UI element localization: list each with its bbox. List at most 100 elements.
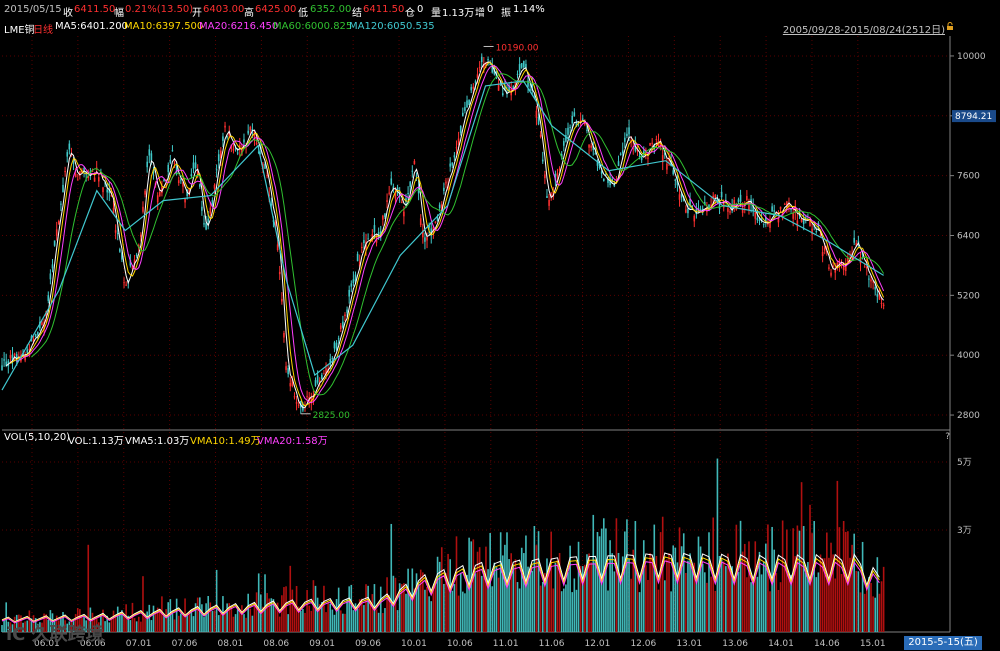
candle-body	[771, 206, 773, 212]
candle-body	[464, 107, 466, 111]
candle-body	[809, 220, 811, 227]
volume-bar	[613, 571, 616, 632]
candle-body	[192, 162, 195, 169]
volume-bar	[108, 622, 111, 632]
candle-body	[535, 110, 538, 118]
volume-bar	[140, 621, 142, 632]
volume-bar	[129, 620, 132, 632]
volume-bar	[3, 620, 5, 632]
time-tick-label: 13.06	[722, 639, 748, 649]
volume-bar	[874, 597, 877, 632]
volume-bar	[876, 557, 879, 632]
help-icon[interactable]: ?	[945, 432, 950, 442]
candle-body	[49, 273, 52, 280]
volume-bar	[165, 609, 167, 632]
candle-body	[470, 87, 473, 91]
volume-bar	[133, 618, 136, 632]
volume-bar	[135, 621, 138, 632]
candle-body	[844, 266, 847, 272]
candle-body	[830, 272, 832, 276]
volume-bar	[826, 532, 828, 632]
volume-bar	[201, 604, 203, 632]
candle-body	[55, 229, 58, 236]
candle-body	[720, 191, 723, 198]
candle-body	[472, 86, 475, 89]
volume-bar	[331, 609, 334, 632]
volume-bar	[432, 589, 435, 632]
volume-bar	[449, 559, 451, 632]
volume-bar	[598, 536, 601, 632]
volume-bar	[150, 620, 153, 632]
candle-body	[411, 170, 414, 172]
volume-bar	[251, 615, 254, 632]
candle-body	[148, 149, 151, 156]
candle-body	[459, 125, 462, 133]
volume-bar	[703, 572, 706, 632]
vol-legend: VOL:1.13万	[68, 436, 124, 447]
candle-body	[201, 206, 203, 211]
volume-bar	[241, 605, 243, 632]
volume-bar	[325, 612, 327, 632]
time-tick-label: 14.06	[814, 639, 840, 649]
volume-bar	[455, 536, 458, 632]
volume-bar	[668, 553, 670, 632]
volume-bar	[339, 610, 342, 632]
volume-bar	[264, 574, 266, 632]
volume-bar	[872, 596, 874, 632]
volume-bar	[729, 571, 731, 632]
volume-bar	[327, 602, 329, 632]
volume-bar	[232, 616, 235, 632]
candle-body	[487, 59, 489, 61]
candle-body	[283, 333, 285, 338]
volume-bar	[142, 576, 144, 632]
candle-body	[205, 223, 207, 230]
volume-bar	[804, 572, 807, 632]
candle-body	[520, 63, 523, 68]
time-tick-label: 10.06	[447, 639, 473, 649]
candle-body	[647, 157, 649, 159]
candle-body	[276, 244, 279, 250]
time-tick-label: 09.06	[355, 639, 381, 649]
candle-body	[403, 211, 405, 217]
volume-bar	[565, 584, 567, 632]
volume-bar	[462, 591, 464, 632]
volume-bar	[577, 541, 580, 632]
candle-body	[563, 141, 565, 146]
volume-bar	[765, 543, 767, 632]
volume-bar	[285, 586, 287, 632]
ma5-line	[5, 61, 884, 409]
candle-body	[278, 271, 281, 275]
volume-bar	[649, 553, 651, 632]
volume-bar	[514, 559, 517, 632]
volume-bar	[645, 565, 647, 632]
volume-bar	[592, 514, 595, 632]
candle-body	[727, 208, 729, 212]
volume-bar	[769, 591, 771, 632]
candle-body	[266, 174, 268, 177]
vma5-line	[1, 552, 880, 623]
volume-bar	[333, 614, 336, 632]
volume-bar	[226, 603, 228, 632]
volume-bar	[495, 567, 498, 632]
volume-bar	[198, 597, 201, 632]
candle-body	[171, 150, 174, 152]
volume-bar	[211, 611, 214, 632]
candle-body	[159, 191, 161, 196]
candle-body	[295, 402, 298, 404]
candle-body	[762, 223, 765, 225]
volume-bar	[371, 594, 374, 632]
candle-body	[443, 187, 445, 191]
volume-bar	[487, 569, 489, 632]
candle-body	[243, 139, 245, 143]
candle-body	[350, 283, 353, 287]
volume-bar	[434, 585, 437, 632]
volume-bar	[640, 574, 643, 632]
volume-bar	[379, 586, 382, 632]
candle-body	[541, 159, 544, 162]
volume-bar	[781, 520, 784, 632]
volume-bar	[173, 619, 176, 632]
volume-bar	[556, 559, 559, 632]
candle-body	[331, 358, 334, 360]
volume-bar	[859, 592, 862, 632]
candle-body	[337, 338, 340, 340]
